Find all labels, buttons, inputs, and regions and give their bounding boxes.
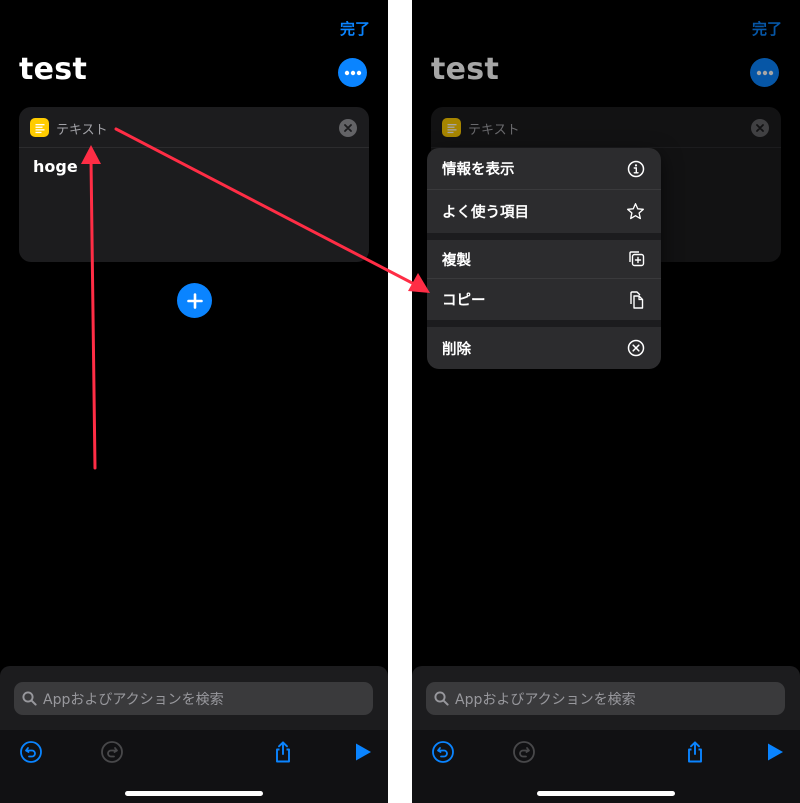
text-content[interactable]: hoge xyxy=(33,157,78,176)
menu-item-show-info[interactable]: 情報を表示 xyxy=(427,148,661,189)
share-icon[interactable] xyxy=(683,740,707,764)
search-icon xyxy=(22,691,37,706)
menu-item-copy[interactable]: コピー xyxy=(427,279,661,320)
redo-icon xyxy=(513,741,535,763)
menu-group-gap xyxy=(427,320,661,327)
home-indicator xyxy=(537,791,675,796)
star-icon xyxy=(627,203,644,220)
duplicate-icon xyxy=(629,251,645,267)
context-menu: 情報を表示 よく使う項目 複製 コピー 削除 xyxy=(427,148,661,369)
search-placeholder: Appおよびアクションを検索 xyxy=(43,691,224,708)
menu-item-delete[interactable]: 削除 xyxy=(427,327,661,369)
undo-icon[interactable] xyxy=(19,740,43,764)
editor-panel-right: 完了 test テキスト 情報を表示 よく使う項目 複製 コピー 削除 Appお… xyxy=(412,0,800,803)
bottom-bar: Appおよびアクションを検索 xyxy=(412,666,800,803)
menu-item-favorite[interactable]: よく使う項目 xyxy=(427,190,661,233)
copy-icon xyxy=(630,290,644,309)
menu-item-label: 情報を表示 xyxy=(442,162,515,178)
done-button[interactable]: 完了 xyxy=(340,18,370,39)
undo-icon[interactable] xyxy=(431,740,455,764)
menu-group-gap xyxy=(427,233,661,240)
bottom-bar: Appおよびアクションを検索 xyxy=(0,666,388,803)
play-icon[interactable] xyxy=(763,740,787,764)
card-header: テキスト xyxy=(19,107,369,148)
text-action-card[interactable]: テキスト hoge xyxy=(19,107,369,262)
share-icon[interactable] xyxy=(271,740,295,764)
editor-panel-left: 完了 test テキスト hoge Appおよびアクションを検索 xyxy=(0,0,388,803)
delete-icon xyxy=(627,339,645,357)
redo-icon xyxy=(101,741,123,763)
menu-item-label: コピー xyxy=(442,293,486,309)
play-icon[interactable] xyxy=(351,740,375,764)
menu-item-label: 複製 xyxy=(442,252,471,269)
shortcut-title[interactable]: test xyxy=(19,52,87,87)
add-action-button[interactable] xyxy=(177,283,212,318)
text-action-icon xyxy=(30,118,49,137)
more-button[interactable] xyxy=(338,58,367,87)
menu-item-label: 削除 xyxy=(442,341,471,358)
home-indicator xyxy=(125,791,263,796)
search-icon xyxy=(434,691,449,706)
card-title: テキスト xyxy=(56,123,108,138)
search-input[interactable]: Appおよびアクションを検索 xyxy=(14,682,373,715)
search-input[interactable]: Appおよびアクションを検索 xyxy=(426,682,785,715)
menu-item-label: よく使う項目 xyxy=(442,205,529,221)
plus-icon xyxy=(186,292,203,309)
ellipsis-icon xyxy=(344,70,361,75)
menu-item-duplicate[interactable]: 複製 xyxy=(427,240,661,278)
toolbar xyxy=(0,730,388,803)
info-icon xyxy=(627,160,645,177)
remove-action-icon[interactable] xyxy=(339,119,357,137)
search-placeholder: Appおよびアクションを検索 xyxy=(455,691,636,708)
toolbar xyxy=(412,730,800,803)
